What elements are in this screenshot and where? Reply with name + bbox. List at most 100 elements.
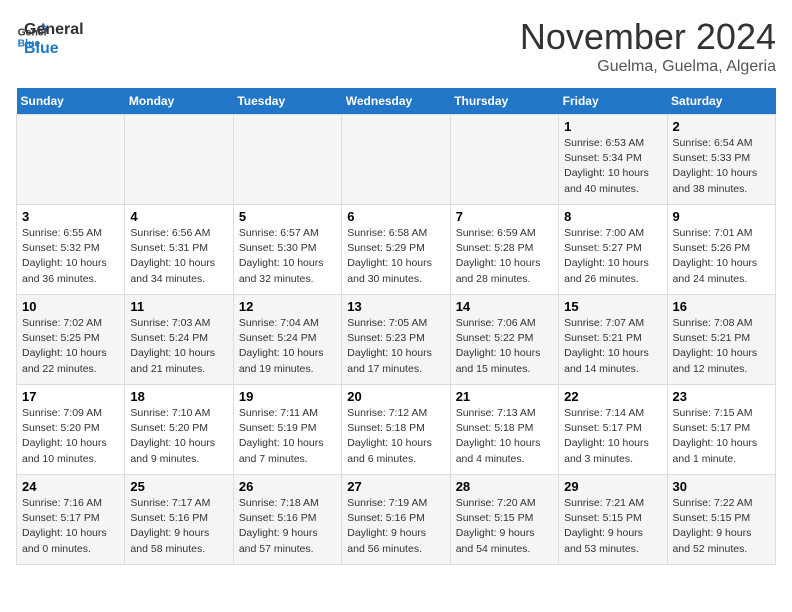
calendar-day-cell: 9Sunrise: 7:01 AM Sunset: 5:26 PM Daylig… — [667, 205, 775, 295]
day-number: 26 — [239, 479, 336, 494]
calendar-day-cell: 22Sunrise: 7:14 AM Sunset: 5:17 PM Dayli… — [559, 385, 667, 475]
day-number: 30 — [673, 479, 770, 494]
day-info: Sunrise: 7:22 AM Sunset: 5:15 PM Dayligh… — [673, 496, 770, 557]
day-info: Sunrise: 7:12 AM Sunset: 5:18 PM Dayligh… — [347, 406, 444, 467]
day-number: 27 — [347, 479, 444, 494]
day-number: 15 — [564, 299, 661, 314]
calendar-week-row: 24Sunrise: 7:16 AM Sunset: 5:17 PM Dayli… — [17, 475, 776, 565]
day-of-week-header: Tuesday — [233, 88, 341, 115]
calendar-day-cell: 20 Sunrise: 7:12 AM Sunset: 5:18 PM Dayli… — [342, 385, 450, 475]
calendar-day-cell: 10Sunrise: 7:02 AM Sunset: 5:25 PM Dayli… — [17, 295, 125, 385]
calendar-week-row: 17 Sunrise: 7:09 AM Sunset: 5:20 PM Dayli… — [17, 385, 776, 475]
calendar-day-cell: 25 Sunrise: 7:17 AM Sunset: 5:16 PM Dayli… — [125, 475, 233, 565]
location: Guelma, Guelma, Algeria — [520, 58, 776, 76]
calendar-day-cell: 16 Sunrise: 7:08 AM Sunset: 5:21 PM Dayli… — [667, 295, 775, 385]
calendar-day-cell: 4 Sunrise: 6:56 AM Sunset: 5:31 PM Daylig… — [125, 205, 233, 295]
calendar-day-cell: 27 Sunrise: 7:19 AM Sunset: 5:16 PM Dayli… — [342, 475, 450, 565]
day-of-week-header: Sunday — [17, 88, 125, 115]
day-info: Sunrise: 7:03 AM Sunset: 5:24 PM Dayligh… — [130, 316, 227, 377]
month-title: November 2024 — [520, 16, 776, 58]
calendar-day-cell: 17 Sunrise: 7:09 AM Sunset: 5:20 PM Dayli… — [17, 385, 125, 475]
day-number: 21 — [456, 389, 553, 404]
logo: General Blue General Blue — [16, 16, 84, 58]
logo-general: General — [24, 20, 84, 39]
calendar-day-cell: 18Sunrise: 7:10 AM Sunset: 5:20 PM Dayli… — [125, 385, 233, 475]
day-info: Sunrise: 7:18 AM Sunset: 5:16 PM Dayligh… — [239, 496, 336, 557]
day-of-week-header: Saturday — [667, 88, 775, 115]
calendar-week-row: 10Sunrise: 7:02 AM Sunset: 5:25 PM Dayli… — [17, 295, 776, 385]
day-number: 16 — [673, 299, 770, 314]
calendar-day-cell: 15Sunrise: 7:07 AM Sunset: 5:21 PM Dayli… — [559, 295, 667, 385]
day-number: 23 — [673, 389, 770, 404]
day-of-week-header: Thursday — [450, 88, 558, 115]
day-info: Sunrise: 7:15 AM Sunset: 5:17 PM Dayligh… — [673, 406, 770, 467]
calendar-day-cell: 28 Sunrise: 7:20 AM Sunset: 5:15 PM Dayli… — [450, 475, 558, 565]
day-info: Sunrise: 6:59 AM Sunset: 5:28 PM Dayligh… — [456, 226, 553, 287]
calendar-day-cell: 29 Sunrise: 7:21 AM Sunset: 5:15 PM Dayli… — [559, 475, 667, 565]
day-info: Sunrise: 7:10 AM Sunset: 5:20 PM Dayligh… — [130, 406, 227, 467]
day-number: 14 — [456, 299, 553, 314]
day-info: Sunrise: 6:56 AM Sunset: 5:31 PM Dayligh… — [130, 226, 227, 287]
day-info: Sunrise: 7:13 AM Sunset: 5:18 PM Dayligh… — [456, 406, 553, 467]
day-number: 17 — [22, 389, 119, 404]
day-info: Sunrise: 7:06 AM Sunset: 5:22 PM Dayligh… — [456, 316, 553, 377]
day-info: Sunrise: 7:09 AM Sunset: 5:20 PM Dayligh… — [22, 406, 119, 467]
day-number: 2 — [673, 119, 770, 134]
day-info: Sunrise: 6:55 AM Sunset: 5:32 PM Dayligh… — [22, 226, 119, 287]
calendar-day-cell: 30 Sunrise: 7:22 AM Sunset: 5:15 PM Dayli… — [667, 475, 775, 565]
calendar-day-cell: 21 Sunrise: 7:13 AM Sunset: 5:18 PM Dayli… — [450, 385, 558, 475]
calendar-header: SundayMondayTuesdayWednesdayThursdayFrid… — [17, 88, 776, 115]
day-number: 19 — [239, 389, 336, 404]
calendar-day-cell: 5Sunrise: 6:57 AM Sunset: 5:30 PM Daylig… — [233, 205, 341, 295]
calendar-day-cell — [450, 115, 558, 205]
day-info: Sunrise: 6:54 AM Sunset: 5:33 PM Dayligh… — [673, 136, 770, 197]
day-of-week-header: Wednesday — [342, 88, 450, 115]
day-info: Sunrise: 6:58 AM Sunset: 5:29 PM Dayligh… — [347, 226, 444, 287]
calendar-table: SundayMondayTuesdayWednesdayThursdayFrid… — [16, 88, 776, 565]
day-info: Sunrise: 7:08 AM Sunset: 5:21 PM Dayligh… — [673, 316, 770, 377]
day-number: 6 — [347, 209, 444, 224]
calendar-day-cell: 24Sunrise: 7:16 AM Sunset: 5:17 PM Dayli… — [17, 475, 125, 565]
day-number: 3 — [22, 209, 119, 224]
calendar-day-cell: 6 Sunrise: 6:58 AM Sunset: 5:29 PM Daylig… — [342, 205, 450, 295]
day-info: Sunrise: 7:14 AM Sunset: 5:17 PM Dayligh… — [564, 406, 661, 467]
calendar-day-cell: 26 Sunrise: 7:18 AM Sunset: 5:16 PM Dayli… — [233, 475, 341, 565]
calendar-day-cell: 19 Sunrise: 7:11 AM Sunset: 5:19 PM Dayli… — [233, 385, 341, 475]
calendar-day-cell: 7 Sunrise: 6:59 AM Sunset: 5:28 PM Daylig… — [450, 205, 558, 295]
day-info: Sunrise: 7:16 AM Sunset: 5:17 PM Dayligh… — [22, 496, 119, 557]
title-block: November 2024 Guelma, Guelma, Algeria — [520, 16, 776, 76]
day-number: 1 — [564, 119, 661, 134]
calendar-day-cell — [17, 115, 125, 205]
day-info: Sunrise: 7:17 AM Sunset: 5:16 PM Dayligh… — [130, 496, 227, 557]
logo-blue: Blue — [24, 39, 84, 58]
day-number: 4 — [130, 209, 227, 224]
calendar-day-cell: 2 Sunrise: 6:54 AM Sunset: 5:33 PM Daylig… — [667, 115, 775, 205]
calendar-day-cell: 8Sunrise: 7:00 AM Sunset: 5:27 PM Daylig… — [559, 205, 667, 295]
day-of-week-header: Monday — [125, 88, 233, 115]
day-number: 25 — [130, 479, 227, 494]
day-info: Sunrise: 7:11 AM Sunset: 5:19 PM Dayligh… — [239, 406, 336, 467]
day-info: Sunrise: 7:21 AM Sunset: 5:15 PM Dayligh… — [564, 496, 661, 557]
calendar-day-cell — [342, 115, 450, 205]
day-info: Sunrise: 7:20 AM Sunset: 5:15 PM Dayligh… — [456, 496, 553, 557]
calendar-day-cell: 3 Sunrise: 6:55 AM Sunset: 5:32 PM Daylig… — [17, 205, 125, 295]
day-number: 28 — [456, 479, 553, 494]
day-info: Sunrise: 7:19 AM Sunset: 5:16 PM Dayligh… — [347, 496, 444, 557]
day-info: Sunrise: 6:53 AM Sunset: 5:34 PM Dayligh… — [564, 136, 661, 197]
calendar-day-cell: 11Sunrise: 7:03 AM Sunset: 5:24 PM Dayli… — [125, 295, 233, 385]
calendar-week-row: 1 Sunrise: 6:53 AM Sunset: 5:34 PM Daylig… — [17, 115, 776, 205]
day-number: 7 — [456, 209, 553, 224]
calendar-day-cell: 1 Sunrise: 6:53 AM Sunset: 5:34 PM Daylig… — [559, 115, 667, 205]
day-number: 29 — [564, 479, 661, 494]
calendar-body: 1 Sunrise: 6:53 AM Sunset: 5:34 PM Daylig… — [17, 115, 776, 565]
day-info: Sunrise: 7:04 AM Sunset: 5:24 PM Dayligh… — [239, 316, 336, 377]
calendar-day-cell: 14 Sunrise: 7:06 AM Sunset: 5:22 PM Dayli… — [450, 295, 558, 385]
calendar-week-row: 3 Sunrise: 6:55 AM Sunset: 5:32 PM Daylig… — [17, 205, 776, 295]
header-row: SundayMondayTuesdayWednesdayThursdayFrid… — [17, 88, 776, 115]
day-info: Sunrise: 7:05 AM Sunset: 5:23 PM Dayligh… — [347, 316, 444, 377]
day-info: Sunrise: 7:02 AM Sunset: 5:25 PM Dayligh… — [22, 316, 119, 377]
day-number: 9 — [673, 209, 770, 224]
day-number: 20 — [347, 389, 444, 404]
day-number: 8 — [564, 209, 661, 224]
day-of-week-header: Friday — [559, 88, 667, 115]
